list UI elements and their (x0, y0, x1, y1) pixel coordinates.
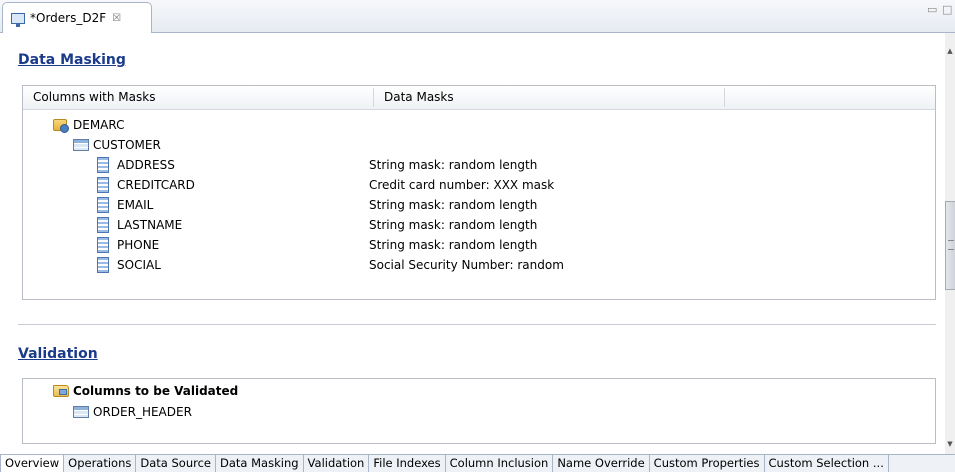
column-icon (97, 237, 109, 253)
column-header-empty[interactable] (725, 86, 935, 109)
close-icon[interactable]: ☒ (112, 13, 121, 24)
editor-tab-orders[interactable]: *Orders_D2F ☒ (2, 2, 152, 33)
mask-value[interactable]: String mask: random length (369, 155, 537, 175)
tab-data-source[interactable]: Data Source (136, 455, 217, 472)
scroll-thumb[interactable] (945, 201, 955, 290)
validation-group-label: Columns to be Validated (73, 384, 239, 398)
column-header-data-masks[interactable]: Data Masks (374, 86, 724, 109)
mask-value[interactable]: String mask: random length (369, 235, 537, 255)
database-label: DEMARC (73, 118, 125, 132)
column-header-columns-with-masks[interactable]: Columns with Masks (23, 86, 373, 109)
tab-overview[interactable]: Overview (0, 455, 65, 472)
page-tabs: Overview Operations Data Source Data Mas… (0, 454, 955, 472)
database-icon (53, 119, 69, 133)
column-label: EMAIL (117, 198, 154, 212)
column-icon (97, 197, 109, 213)
mask-value[interactable]: Social Security Number: random (369, 255, 564, 275)
validation-title[interactable]: Validation (18, 346, 98, 362)
table-label: ORDER_HEADER (93, 405, 192, 419)
editor-content: Data Masking Columns with Masks Data Mas… (0, 33, 945, 454)
column-label: PHONE (117, 238, 160, 252)
column-icon (97, 217, 109, 233)
tab-data-masking[interactable]: Data Masking (216, 455, 304, 472)
tab-column-inclusion[interactable]: Column Inclusion (445, 455, 554, 472)
vertical-scrollbar[interactable]: ▲ ▼ (945, 33, 955, 454)
column-label: LASTNAME (117, 218, 183, 232)
editor-tab-bar: *Orders_D2F ☒ ▭ □ (0, 0, 955, 33)
grip-icon (948, 240, 954, 250)
minimize-icon[interactable]: ▭ (927, 3, 937, 16)
scroll-down-arrow-icon[interactable]: ▼ (945, 440, 955, 448)
column-label: CREDITCARD (117, 178, 195, 192)
column-icon (97, 257, 109, 273)
editor-tab-title: *Orders_D2F (30, 11, 107, 25)
tab-custom-selection[interactable]: Custom Selection ... (764, 455, 889, 472)
column-icon (97, 177, 109, 193)
data-masking-title[interactable]: Data Masking (18, 52, 126, 68)
mask-value[interactable]: String mask: random length (369, 215, 537, 235)
tree-header: Columns with Masks Data Masks (23, 86, 935, 110)
table-label: CUSTOMER (93, 138, 161, 152)
scroll-up-arrow-icon[interactable]: ▲ (945, 47, 955, 55)
table-icon (73, 406, 89, 418)
tab-operations[interactable]: Operations (64, 455, 137, 472)
table-icon (73, 139, 89, 151)
data-masking-tree[interactable]: Columns with Masks Data Masks DEMARC CUS… (22, 85, 936, 300)
column-label: SOCIAL (117, 258, 161, 272)
maximize-icon[interactable]: □ (942, 3, 952, 16)
column-icon (97, 157, 109, 173)
tab-custom-properties[interactable]: Custom Properties (649, 455, 765, 472)
mask-value[interactable]: Credit card number: XXX mask (369, 175, 554, 195)
column-label: ADDRESS (117, 158, 175, 172)
validation-tree[interactable]: Columns to be Validated ORDER_HEADER (22, 378, 936, 444)
monitor-icon (11, 12, 25, 27)
section-divider (18, 324, 936, 325)
tab-validation[interactable]: Validation (303, 455, 370, 472)
tab-file-indexes[interactable]: File Indexes (369, 455, 446, 472)
folder-table-icon (53, 385, 69, 397)
tab-name-override[interactable]: Name Override (553, 455, 650, 472)
mask-value[interactable]: String mask: random length (369, 195, 537, 215)
